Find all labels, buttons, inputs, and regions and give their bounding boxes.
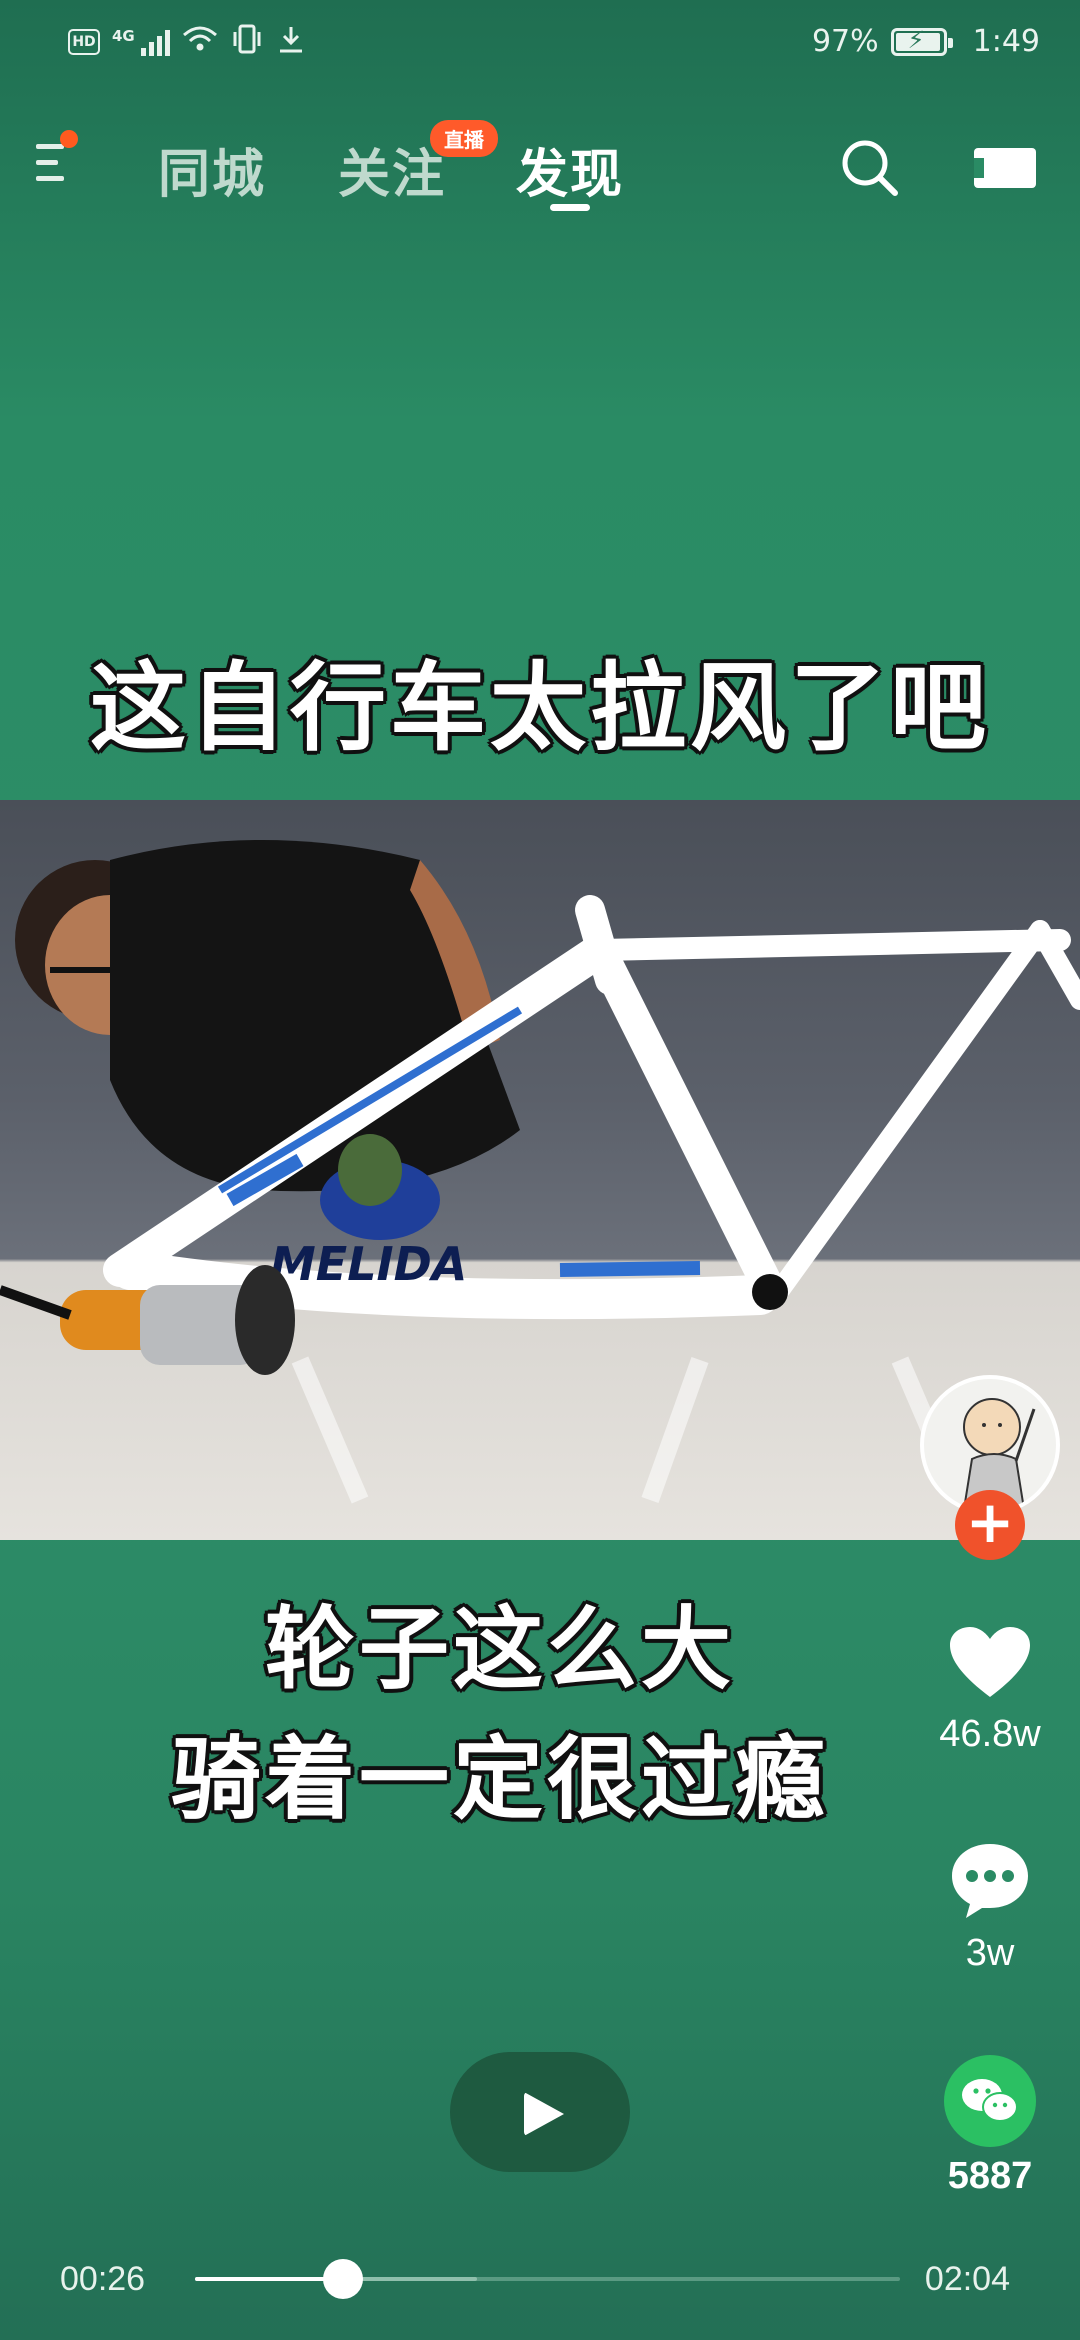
status-right: 97% ⚡ 1:49: [812, 24, 1040, 59]
wechat-icon: [944, 2055, 1036, 2147]
network-type: 4G: [112, 26, 135, 45]
seek-bar[interactable]: [195, 2259, 900, 2299]
like-button[interactable]: 46.8w: [920, 1625, 1060, 1756]
heart-icon: [950, 1627, 1030, 1697]
download-icon: [276, 24, 306, 59]
duration: 02:04: [924, 2260, 1010, 2298]
vibrate-icon: [230, 24, 264, 59]
tab-nearby[interactable]: 同城: [158, 132, 266, 207]
status-bar: HD 4G 97% ⚡ 1:49: [0, 0, 1080, 90]
battery-percent: 97%: [811, 24, 879, 59]
comment-icon: [952, 1844, 1028, 1918]
hd-indicator: HD: [68, 28, 100, 55]
played-bar: [195, 2277, 344, 2281]
status-left: HD 4G: [68, 24, 306, 59]
play-button[interactable]: [450, 2052, 630, 2172]
battery-icon: ⚡: [890, 26, 953, 56]
signal-icon: [140, 28, 170, 56]
camera-icon[interactable]: [970, 144, 1040, 192]
caption-bottom-line1: 轮子这么大: [265, 1597, 735, 1702]
share-wechat-button[interactable]: 5887: [920, 2055, 1060, 2198]
live-badge: 直播: [430, 120, 498, 157]
play-icon: [524, 2092, 564, 2136]
wifi-icon: [182, 25, 218, 58]
frame-brand-text: MELIDA: [270, 1237, 467, 1291]
follow-button[interactable]: +: [955, 1490, 1025, 1560]
clock: 1:49: [972, 24, 1040, 59]
playback-progress: 00:26 02:04: [0, 2255, 1080, 2305]
share-count: 5887: [947, 2155, 1033, 2197]
caption-bottom: 轮子这么大 骑着一定很过瘾: [0, 1585, 1080, 1845]
video-illustration: MELIDA: [0, 840, 1080, 1504]
comment-button[interactable]: 3w: [920, 1840, 1060, 1975]
caption-top: 这自行车太拉风了吧: [90, 652, 990, 764]
video-frame[interactable]: MELIDA: [0, 800, 1080, 1540]
caption-bottom-line2: 骑着一定很过瘾: [171, 1727, 829, 1832]
active-tab-indicator: [550, 204, 590, 211]
seek-thumb[interactable]: [323, 2259, 364, 2299]
current-time: 00:26: [60, 2260, 146, 2298]
search-icon[interactable]: [840, 138, 900, 198]
like-count: 46.8w: [939, 1713, 1041, 1755]
notification-dot: [60, 130, 78, 148]
comment-count: 3w: [965, 1932, 1015, 1974]
top-nav: 同城 关注 直播 发现: [0, 110, 1080, 220]
tab-discover[interactable]: 发现: [516, 132, 624, 207]
